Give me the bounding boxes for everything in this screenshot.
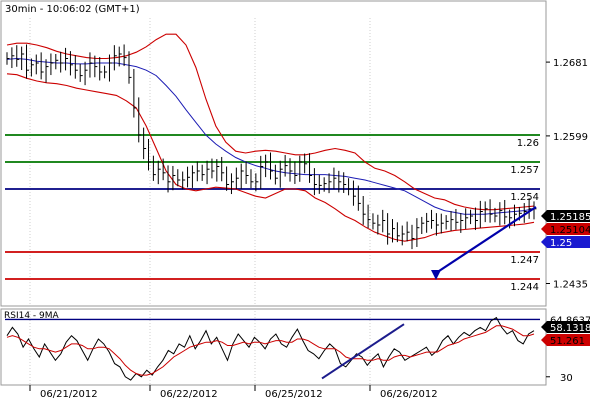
level-label: 1.244 (510, 282, 539, 293)
level-label: 1.254 (510, 192, 539, 203)
x-tick-label: 06/25/2012 (265, 389, 323, 400)
level-label: 1.257 (510, 165, 539, 176)
price-chart: 30min - 10:06:02 (GMT+1) RSI14 - 9MA 1.2… (0, 0, 590, 400)
value-tag-label: 1.25185 (550, 212, 590, 223)
x-tick-label: 06/22/2012 (160, 389, 218, 400)
x-tick-label: 06/21/2012 (40, 389, 98, 400)
level-label: 1.247 (510, 255, 539, 266)
value-tag-label: 1.25 (550, 238, 572, 249)
chart-canvas: 30min - 10:06:02 (GMT+1) RSI14 - 9MA 1.2… (0, 0, 590, 400)
value-tag-label: 1.25104 (550, 225, 590, 236)
y-tick-label: 1.2599 (553, 132, 588, 143)
level-label: 1.26 (517, 138, 539, 149)
y-tick-label: 1.2681 (553, 58, 588, 69)
chart-header: 30min - 10:06:02 (GMT+1) (5, 4, 140, 15)
x-tick-label: 06/26/2012 (380, 389, 438, 400)
rsi-y-tick-label: 30 (560, 373, 573, 384)
value-tag-label: 58.1318 (550, 323, 590, 334)
y-tick-label: 1.2435 (553, 280, 588, 291)
value-tag-label: 51.261 (550, 336, 585, 347)
